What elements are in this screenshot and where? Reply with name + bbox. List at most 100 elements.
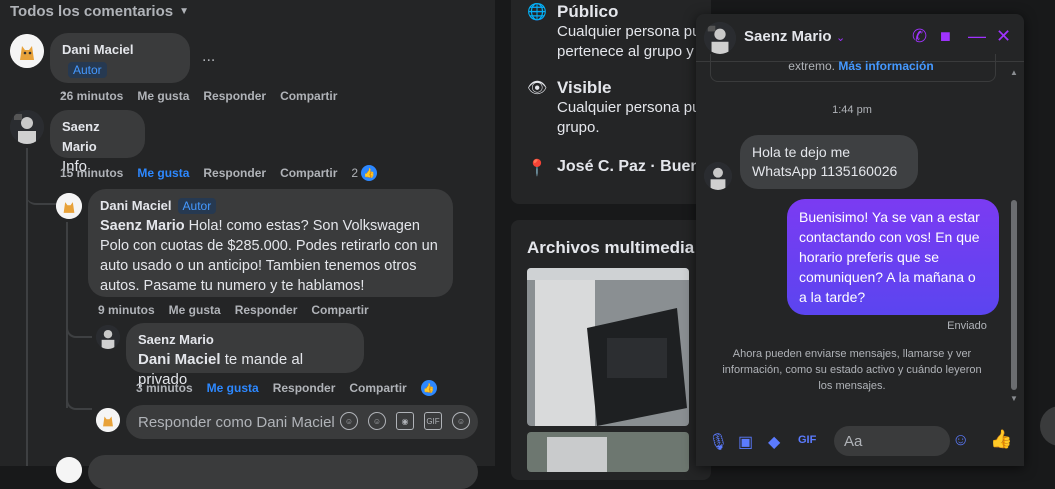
- scroll-up-icon[interactable]: ▲: [1010, 68, 1018, 77]
- avatar-sticker-icon[interactable]: ☺: [340, 412, 358, 430]
- camera-icon[interactable]: ◉: [396, 412, 414, 430]
- comment-time[interactable]: 26 minutos: [60, 89, 123, 103]
- avatar: [704, 162, 732, 190]
- comment-bubble: Dani Maciel Autor Saenz Mario Hola! como …: [88, 189, 453, 297]
- privacy-visible: 👁 Visible Cualquier persona pu grupo.: [527, 78, 700, 138]
- scrollbar-thumb[interactable]: [1011, 200, 1017, 390]
- mention-link[interactable]: Saenz Mario: [100, 218, 185, 234]
- info-title: Visible: [557, 78, 612, 97]
- reply-input[interactable]: [88, 455, 478, 489]
- chat-footer-notice: Ahora pueden enviarse mensajes, llamarse…: [722, 348, 982, 392]
- avatar[interactable]: [56, 193, 82, 219]
- eye-icon: 👁: [527, 80, 548, 97]
- mention-link[interactable]: Dani Maciel: [138, 351, 221, 368]
- like-count: 2: [351, 166, 359, 180]
- like-button[interactable]: Me gusta: [207, 381, 259, 395]
- avatar: [96, 408, 120, 432]
- message-time: 1:44 pm: [832, 104, 872, 116]
- location-icon: 📍: [527, 160, 547, 177]
- comment-author[interactable]: Saenz Mario: [62, 117, 133, 157]
- notice-text: extremo.: [788, 59, 835, 73]
- photo-icon[interactable]: ▣: [738, 432, 753, 452]
- reaction-count[interactable]: 2 👍: [351, 165, 378, 181]
- reply-button[interactable]: Responder: [203, 166, 266, 180]
- reply-button[interactable]: Responder: [235, 303, 298, 317]
- more-options-icon[interactable]: ...: [202, 48, 215, 66]
- chat-scrollbar[interactable]: ▲ ▼: [1010, 68, 1018, 406]
- reply-button[interactable]: Responder: [273, 381, 336, 395]
- minimize-icon[interactable]: —: [968, 26, 986, 47]
- reply-tools: ☺ ☺ ◉ GIF ☺: [340, 412, 470, 430]
- reply-button[interactable]: Responder: [203, 89, 266, 103]
- messenger-chat-window: Saenz Mario ⌄ ✆ ■ — ✕ extremo. Más infor…: [696, 14, 1024, 466]
- media-photo[interactable]: [527, 432, 689, 472]
- sort-label: Todos los comentarios: [10, 3, 174, 20]
- emoji-icon[interactable]: ☺: [952, 430, 969, 450]
- comment-author[interactable]: Saenz Mario: [138, 330, 214, 350]
- info-desc: grupo.: [557, 119, 600, 136]
- video-icon[interactable]: ■: [940, 26, 951, 47]
- avatar[interactable]: [10, 110, 44, 144]
- comment-time[interactable]: 9 minutos: [98, 303, 155, 317]
- comment-time[interactable]: 3 minutos: [136, 381, 193, 395]
- sort-comments-dropdown[interactable]: Todos los comentarios ▼: [10, 3, 189, 20]
- thumbs-up-icon[interactable]: 👍: [420, 380, 437, 396]
- sticker-icon[interactable]: ◆: [768, 432, 780, 452]
- comment-actions: 26 minutos Me gusta Responder Compartir: [60, 89, 337, 103]
- thread-connector: [66, 392, 92, 410]
- message-input[interactable]: Aa: [834, 426, 950, 456]
- like-button[interactable]: Me gusta: [137, 166, 189, 180]
- info-desc: pertenece al grupo y: [557, 43, 694, 60]
- gif-icon[interactable]: GIF: [798, 434, 816, 446]
- emoji-icon[interactable]: ☺: [368, 412, 386, 430]
- comment-bubble: Dani MacielAutor .: [50, 33, 190, 98]
- thumbs-up-icon: 👍: [361, 165, 378, 181]
- media-title[interactable]: Archivos multimedia r: [527, 238, 706, 258]
- message-placeholder: Aa: [844, 433, 863, 450]
- sent-status: Enviado: [947, 320, 987, 332]
- comment-author[interactable]: Dani Maciel: [62, 40, 134, 60]
- phone-icon[interactable]: ✆: [912, 26, 927, 47]
- reply-placeholder: Responder como Dani Maciel: [138, 413, 335, 431]
- share-button[interactable]: Compartir: [280, 89, 337, 103]
- gif-icon[interactable]: GIF: [424, 412, 442, 430]
- comment-bubble: Saenz Mario Info: [50, 110, 145, 175]
- info-desc: Cualquier persona pu: [557, 23, 701, 40]
- avatar[interactable]: [96, 325, 120, 349]
- info-desc: Cualquier persona pu: [557, 99, 701, 116]
- comment-actions: 3 minutos Me gusta Responder Compartir 👍: [136, 380, 437, 396]
- like-button[interactable]: Me gusta: [169, 303, 221, 317]
- author-badge: Autor: [177, 198, 217, 214]
- thread-line: [66, 222, 68, 408]
- info-title: Público: [557, 2, 619, 21]
- scroll-down-icon[interactable]: ▼: [1010, 394, 1018, 403]
- comment-actions: 15 minutos Me gusta Responder Compartir …: [60, 165, 378, 181]
- share-button[interactable]: Compartir: [280, 166, 337, 180]
- avatar[interactable]: [10, 34, 44, 68]
- close-icon[interactable]: ✕: [996, 26, 1011, 47]
- info-title[interactable]: José C. Paz · Buen: [557, 158, 700, 176]
- comments-panel: Todos los comentarios ▼ Dani Maciel Autor…: [0, 0, 495, 489]
- caret-down-icon: ▼: [179, 6, 189, 17]
- comment-bubble: Saenz Mario Dani Maciel te mande al priv…: [126, 323, 364, 388]
- thread-connector: [26, 185, 56, 205]
- thumbs-up-icon[interactable]: 👍: [990, 429, 1012, 450]
- chevron-down-icon[interactable]: ⌄: [836, 31, 845, 44]
- more-info-link[interactable]: Más información: [838, 59, 933, 73]
- media-photo[interactable]: [527, 268, 689, 426]
- outgoing-message[interactable]: Buenisimo! Ya se van a estar contactando…: [787, 199, 999, 315]
- chat-contact-name[interactable]: Saenz Mario: [744, 28, 832, 45]
- like-button[interactable]: Me gusta: [137, 89, 189, 103]
- share-button[interactable]: Compartir: [349, 381, 406, 395]
- avatar: [56, 457, 82, 483]
- avatar[interactable]: [704, 22, 736, 54]
- comment-author[interactable]: Dani Maciel: [100, 196, 172, 216]
- share-button[interactable]: Compartir: [311, 303, 368, 317]
- globe-icon: 🌐: [527, 4, 547, 21]
- incoming-message[interactable]: Hola te dejo me WhatsApp 1135160026: [740, 135, 918, 189]
- microphone-icon[interactable]: 🎙: [708, 432, 728, 452]
- comment-time[interactable]: 15 minutos: [60, 166, 123, 180]
- sticker-icon[interactable]: ☺: [452, 412, 470, 430]
- thread-connector: [66, 318, 92, 338]
- reply-input[interactable]: Responder como Dani Maciel ☺ ☺ ◉ GIF ☺: [126, 405, 478, 439]
